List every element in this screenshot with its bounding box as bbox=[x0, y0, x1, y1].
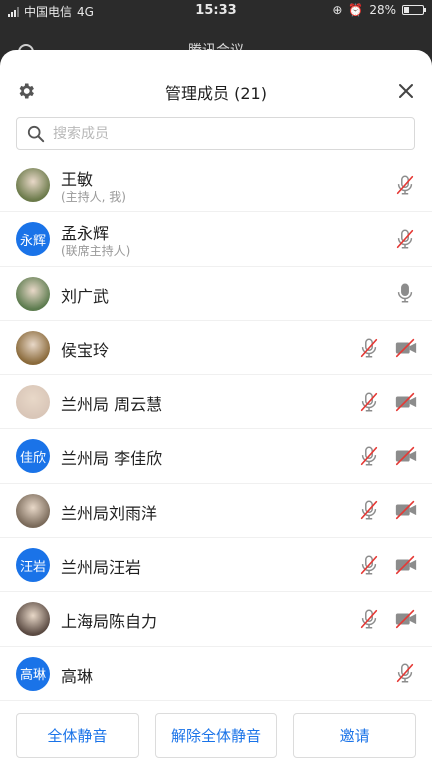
member-row[interactable]: 兰州局 周云慧 bbox=[0, 375, 432, 430]
member-controls bbox=[394, 212, 416, 265]
sheet-title: 管理成员 (21) bbox=[165, 84, 267, 103]
member-name: 孟永辉 bbox=[61, 224, 110, 244]
mic-icon[interactable] bbox=[394, 282, 416, 304]
status-bar: 中国电信 4G 15:33 ⊕ ⏰ 28% bbox=[0, 0, 432, 22]
status-right: ⊕ ⏰ 28% bbox=[332, 3, 426, 17]
mic-muted-icon[interactable] bbox=[358, 608, 380, 630]
manage-members-sheet: 管理成员 (21) 王敏(主持人, 我)永辉孟永辉(联席主持人)刘广武侯宝玲兰州… bbox=[0, 50, 432, 768]
mic-muted-icon[interactable] bbox=[358, 445, 380, 467]
member-name: 兰州局汪岩 bbox=[61, 558, 142, 578]
member-row[interactable]: 王敏 (主持人, 我) bbox=[0, 158, 432, 213]
alarm-icon: ⏰ bbox=[348, 3, 364, 17]
member-name: 兰州局 周云慧 bbox=[61, 395, 163, 415]
avatar: 高琳 bbox=[16, 656, 50, 691]
camera-off-icon[interactable] bbox=[394, 392, 417, 412]
mic-muted-icon[interactable] bbox=[358, 554, 380, 576]
member-controls bbox=[358, 484, 417, 537]
avatar: 汪岩 bbox=[16, 548, 50, 583]
mic-muted-icon[interactable] bbox=[358, 337, 380, 359]
lock-rotation-icon: ⊕ bbox=[332, 3, 343, 17]
member-row[interactable]: 佳欣 兰州局 李佳欣 bbox=[0, 429, 432, 484]
member-controls bbox=[358, 375, 417, 428]
member-row[interactable]: 高琳 高琳 bbox=[0, 647, 432, 701]
member-controls bbox=[358, 592, 417, 645]
avatar bbox=[16, 602, 50, 637]
battery-icon bbox=[402, 5, 426, 15]
close-icon[interactable] bbox=[396, 81, 416, 101]
mic-muted-icon[interactable] bbox=[394, 662, 416, 684]
member-name: 高琳 bbox=[61, 666, 94, 686]
camera-off-icon[interactable] bbox=[394, 609, 417, 629]
invite-button[interactable]: 邀请 bbox=[293, 713, 417, 758]
mic-muted-icon[interactable] bbox=[394, 228, 416, 250]
member-row[interactable]: 汪岩 兰州局汪岩 bbox=[0, 538, 432, 593]
member-name: 兰州局 李佳欣 bbox=[61, 449, 163, 469]
avatar bbox=[16, 168, 50, 202]
member-role: (联席主持人) bbox=[61, 244, 131, 259]
mic-muted-icon[interactable] bbox=[358, 391, 380, 413]
avatar bbox=[16, 385, 50, 420]
member-row[interactable]: 刘广武 bbox=[0, 267, 432, 321]
avatar bbox=[16, 330, 50, 365]
member-controls bbox=[358, 538, 417, 591]
member-controls bbox=[394, 267, 416, 320]
footer-actions: 全体静音 解除全体静音 邀请 bbox=[0, 713, 432, 758]
member-controls bbox=[394, 647, 416, 700]
member-controls bbox=[358, 429, 417, 482]
avatar: 佳欣 bbox=[16, 439, 50, 474]
member-list: 王敏 (主持人, 我) 永辉 孟永辉 (联席主持人) 刘广武 侯宝玲 兰州局 周云慧 佳欣 兰州局… bbox=[0, 158, 432, 701]
member-name: 王敏 bbox=[61, 170, 94, 189]
avatar: 永辉 bbox=[16, 222, 50, 257]
mute-all-button[interactable]: 全体静音 bbox=[16, 713, 139, 758]
member-row[interactable]: 上海局陈自力 bbox=[0, 592, 432, 647]
search-icon bbox=[27, 125, 45, 142]
avatar bbox=[16, 276, 50, 311]
member-controls bbox=[394, 158, 416, 211]
camera-off-icon[interactable] bbox=[394, 555, 417, 575]
mic-muted-icon[interactable] bbox=[394, 174, 416, 196]
member-name: 侯宝玲 bbox=[61, 340, 110, 360]
member-role: (主持人, 我) bbox=[61, 190, 126, 204]
member-name: 上海局陈自力 bbox=[61, 612, 158, 632]
camera-off-icon[interactable] bbox=[394, 338, 417, 358]
search-input[interactable] bbox=[51, 124, 385, 143]
search-box[interactable] bbox=[16, 117, 415, 150]
member-row[interactable]: 侯宝玲 bbox=[0, 321, 432, 376]
member-controls bbox=[358, 321, 417, 374]
camera-off-icon[interactable] bbox=[394, 500, 417, 520]
member-name: 兰州局刘雨洋 bbox=[61, 503, 158, 523]
mic-muted-icon[interactable] bbox=[358, 499, 380, 521]
camera-off-icon[interactable] bbox=[394, 446, 417, 466]
avatar bbox=[16, 493, 50, 528]
member-row[interactable]: 兰州局刘雨洋 bbox=[0, 484, 432, 539]
unmute-all-button[interactable]: 解除全体静音 bbox=[154, 713, 278, 758]
battery-label: 28% bbox=[369, 3, 396, 17]
member-row[interactable]: 永辉 孟永辉 (联席主持人) bbox=[0, 212, 432, 267]
member-name: 刘广武 bbox=[61, 286, 110, 306]
